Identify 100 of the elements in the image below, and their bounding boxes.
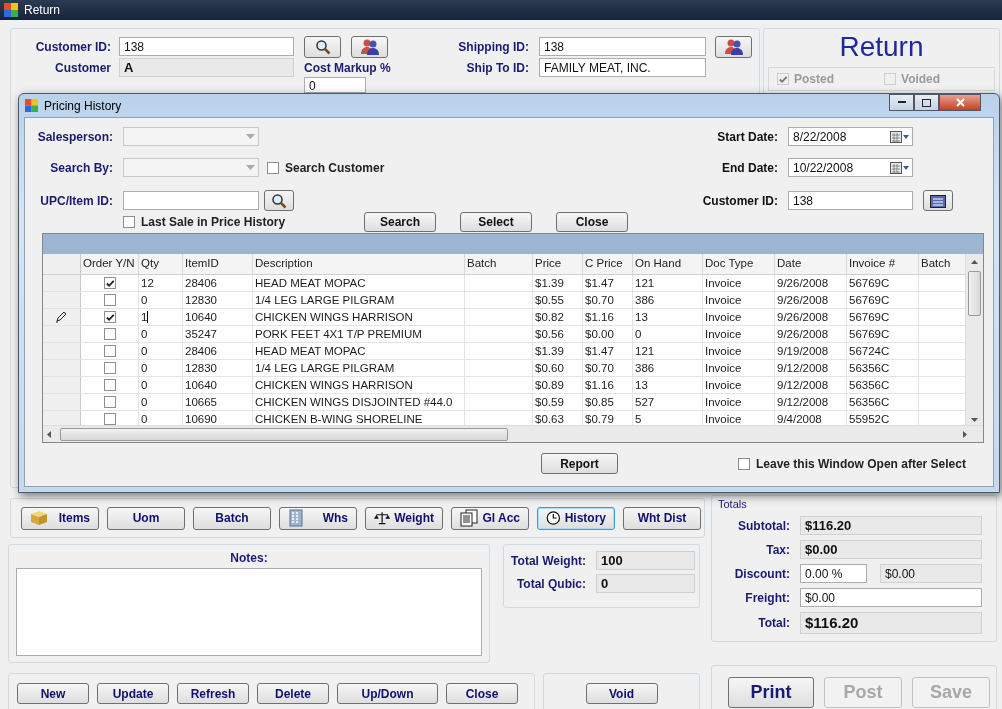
checkbox-label: Voided — [901, 72, 941, 86]
table-cell: CHICKEN WINGS HARRISON — [253, 309, 465, 325]
input-field[interactable]: $0.00 — [800, 588, 982, 607]
field-label: Subtotal: — [737, 518, 790, 533]
checkbox[interactable] — [103, 294, 116, 306]
pencil-icon — [55, 311, 68, 323]
input-field[interactable]: 138 — [539, 37, 706, 56]
customers-button[interactable] — [351, 35, 388, 58]
checkbox[interactable] — [103, 396, 116, 408]
void-button[interactable]: Void — [585, 683, 658, 704]
report-button[interactable]: Report — [541, 453, 618, 474]
dialog-button[interactable]: Search — [364, 212, 436, 232]
notes-field[interactable] — [16, 568, 482, 656]
column-header[interactable]: ItemID — [183, 254, 253, 274]
field-label: Customer — [54, 60, 111, 75]
row-header[interactable] — [43, 309, 81, 325]
search-button[interactable] — [304, 35, 341, 58]
table-cell: 0 — [139, 343, 183, 359]
table-cell: 386 — [633, 360, 703, 376]
lookup-button[interactable] — [923, 190, 953, 211]
action-button[interactable]: Close — [446, 683, 518, 704]
field-label: Total Qubic: — [515, 576, 586, 591]
table-cell: $1.16 — [583, 309, 633, 325]
input-field[interactable] — [123, 191, 259, 210]
column-header[interactable]: Description — [253, 254, 465, 274]
people-icon — [359, 37, 380, 56]
document-title: Return — [838, 31, 925, 63]
checkbox[interactable] — [738, 457, 750, 470]
toolbar-button[interactable]: Gl Acc — [451, 506, 529, 530]
maximize-button[interactable] — [914, 94, 939, 111]
dialog-button[interactable]: Close — [556, 212, 628, 232]
toolbar-button[interactable]: Wht Dist — [623, 506, 701, 530]
vertical-scrollbar[interactable] — [965, 254, 983, 425]
checkbox[interactable] — [103, 345, 116, 357]
date-field[interactable]: 8/22/2008 — [788, 127, 913, 146]
field-label: Customer ID: — [34, 39, 111, 54]
checkbox-label: Posted — [794, 72, 834, 86]
toolbar-button[interactable]: Whs — [279, 506, 357, 530]
table-cell: 9/26/2008 — [775, 292, 847, 308]
column-header[interactable]: Invoice # — [847, 254, 919, 274]
column-header[interactable]: Order Y/N — [81, 254, 139, 274]
readonly-field: $0.00 — [800, 540, 982, 559]
checkbox[interactable] — [103, 413, 116, 425]
table-cell: Invoice — [703, 309, 775, 325]
scroll-thumb[interactable] — [968, 271, 981, 316]
checkbox[interactable] — [103, 311, 116, 323]
checkbox-label: Leave this Window Open after Select — [756, 456, 966, 471]
checkbox[interactable] — [103, 328, 116, 340]
input-field[interactable]: FAMILY MEAT, INC. — [539, 58, 706, 77]
column-header[interactable]: Price — [533, 254, 583, 274]
table-cell: 10665 — [183, 394, 253, 410]
table-cell: 56356C — [847, 377, 919, 393]
toolbar-button[interactable]: Items — [21, 506, 99, 530]
minimize-button[interactable] — [889, 94, 914, 111]
column-header[interactable]: Qty — [139, 254, 183, 274]
checkbox-label: Search Customer — [285, 160, 385, 175]
customers-button[interactable] — [715, 35, 752, 58]
command-button[interactable]: Print — [728, 677, 814, 708]
checkbox[interactable] — [103, 277, 116, 289]
horizontal-scrollbar[interactable] — [43, 425, 983, 442]
field-label: Total Weight: — [510, 553, 586, 568]
action-button[interactable]: Delete — [257, 683, 329, 704]
input-field[interactable]: 0 — [304, 77, 366, 93]
toolbar-button[interactable]: History — [537, 506, 615, 530]
checkbox[interactable] — [103, 362, 116, 374]
scroll-down-icon[interactable] — [970, 415, 979, 425]
action-button[interactable]: New — [17, 683, 89, 704]
table-cell: 1/4 LEG LARGE PILGRAM — [253, 360, 465, 376]
table-cell: 0 — [139, 377, 183, 393]
action-button[interactable]: Up/Down — [337, 683, 438, 704]
field-label: Ship To ID: — [465, 60, 529, 75]
column-header[interactable]: Date — [775, 254, 847, 274]
column-header[interactable]: Doc Type — [703, 254, 775, 274]
checkbox[interactable] — [103, 379, 116, 391]
readonly-field: 100 — [596, 551, 695, 570]
column-header[interactable]: Batch — [465, 254, 533, 274]
toolbar-button[interactable]: Weight — [365, 506, 443, 530]
table-cell: Invoice — [703, 292, 775, 308]
checkbox[interactable] — [267, 161, 279, 174]
checkbox[interactable] — [123, 216, 135, 228]
input-field[interactable]: 0.00 % — [800, 564, 867, 583]
table-cell: $0.00 — [583, 326, 633, 342]
action-button[interactable]: Update — [97, 683, 169, 704]
close-button[interactable] — [939, 94, 981, 111]
column-header[interactable]: On Hand — [633, 254, 703, 274]
app-icon — [25, 99, 38, 112]
table-cell: $1.39 — [533, 275, 583, 291]
table-cell: 56769C — [847, 309, 919, 325]
column-header[interactable]: C Price — [583, 254, 633, 274]
table-cell: 9/12/2008 — [775, 360, 847, 376]
scroll-thumb[interactable] — [60, 427, 508, 441]
clock-icon — [546, 509, 561, 527]
toolbar-button[interactable]: Uom — [107, 506, 185, 530]
toolbar-button[interactable]: Batch — [193, 506, 271, 530]
date-field[interactable]: 10/22/2008 — [788, 158, 913, 177]
input-field[interactable]: 138 — [119, 37, 294, 56]
action-button[interactable]: Refresh — [177, 683, 249, 704]
search-button[interactable] — [264, 190, 294, 211]
input-field[interactable]: 138 — [788, 191, 913, 210]
dialog-button[interactable]: Select — [460, 212, 532, 232]
